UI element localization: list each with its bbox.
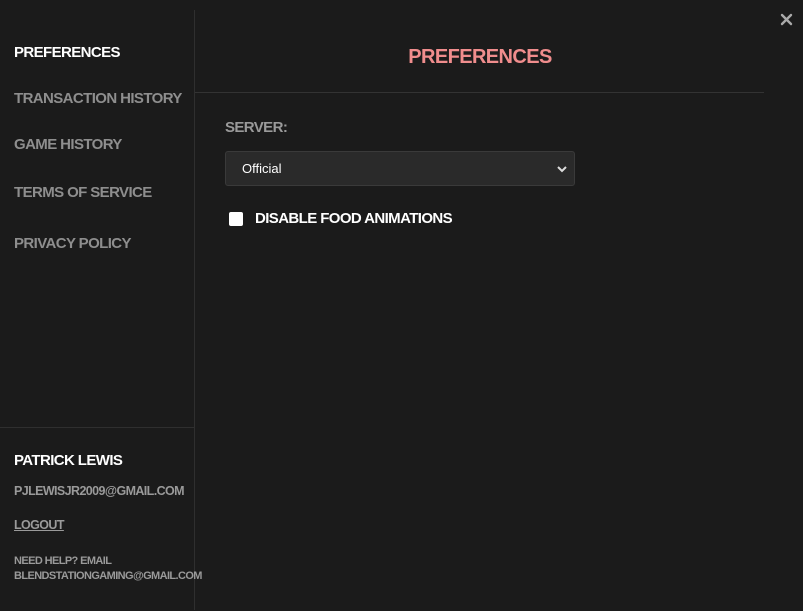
sidebar-item-transaction-history[interactable]: TRANSACTION HISTORY — [14, 90, 182, 107]
help-text-line-1: NEED HELP? EMAIL — [14, 555, 112, 567]
user-email: PJLEWISJR2009@GMAIL.COM — [14, 484, 185, 498]
disable-food-animations-option[interactable]: DISABLE FOOD ANIMATIONS — [229, 210, 453, 227]
disable-food-animations-checkbox[interactable] — [229, 211, 243, 226]
title-divider — [195, 92, 764, 93]
user-name: PATRICK LEWIS — [14, 452, 123, 469]
user-panel: PATRICK LEWIS PJLEWISJR2009@GMAIL.COM LO… — [0, 427, 202, 611]
logout-link[interactable]: LOGOUT — [14, 518, 64, 532]
sidebar-item-game-history[interactable]: GAME HISTORY — [14, 136, 122, 153]
disable-food-animations-label: DISABLE FOOD ANIMATIONS — [255, 210, 453, 227]
chevron-down-icon — [557, 166, 567, 173]
help-text: NEED HELP? EMAIL BLENDSTATIONGAMING@GMAI… — [14, 554, 202, 584]
sidebar-item-terms-of-service[interactable]: TERMS OF SERVICE — [14, 184, 152, 201]
server-label: SERVER: — [225, 119, 288, 136]
close-icon[interactable] — [780, 13, 793, 26]
sidebar-item-preferences[interactable]: PREFERENCES — [14, 44, 121, 61]
main-panel: PREFERENCES SERVER: Official DISABLE FOO… — [195, 0, 803, 610]
server-select[interactable]: Official — [225, 151, 575, 186]
server-select-value: Official — [242, 161, 282, 176]
page-title: PREFERENCES — [408, 46, 552, 68]
sidebar: PREFERENCES TRANSACTION HISTORY GAME HIS… — [0, 10, 202, 611]
help-email[interactable]: BLENDSTATIONGAMING@GMAIL.COM — [14, 569, 202, 584]
sidebar-item-privacy-policy[interactable]: PRIVACY POLICY — [14, 235, 132, 252]
